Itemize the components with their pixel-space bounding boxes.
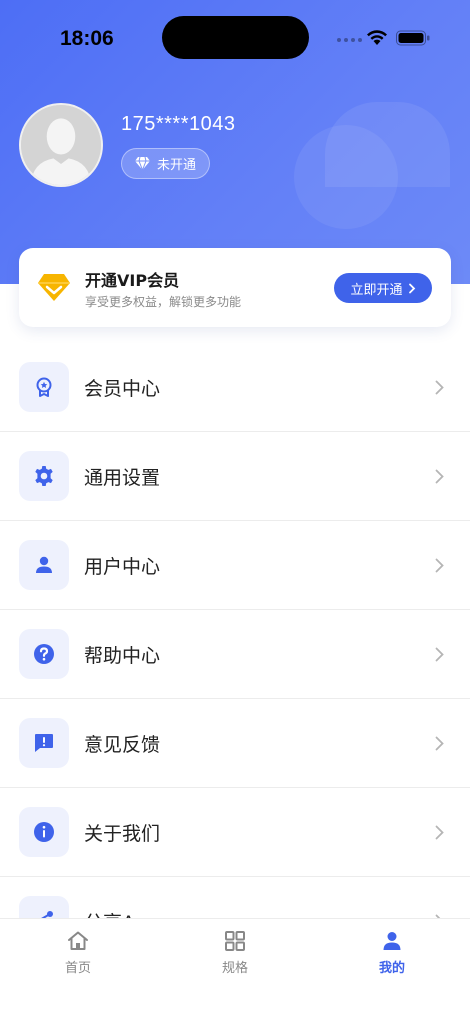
menu-item-general-settings[interactable]: 通用设置: [0, 432, 470, 521]
chevron-right-icon: [435, 647, 444, 662]
menu-item-feedback[interactable]: 意见反馈: [0, 699, 470, 788]
menu-item-label: 帮助中心: [84, 645, 161, 667]
default-avatar-icon: [21, 105, 101, 185]
menu-item-help-center[interactable]: 帮助中心: [0, 610, 470, 699]
signal-icon: [337, 38, 362, 42]
menu-item-member-center[interactable]: 会员中心: [0, 343, 470, 432]
chevron-right-icon: [435, 736, 444, 751]
chevron-right-icon: [408, 283, 415, 293]
settings-menu: 会员中心 通用设置 用户中心 帮助中心 意见反馈 关于我们: [0, 343, 470, 966]
chevron-right-icon: [435, 825, 444, 840]
tab-mine[interactable]: 我的: [352, 929, 432, 976]
membership-status-badge[interactable]: 未开通: [121, 148, 211, 179]
status-time: 18:06: [60, 27, 114, 50]
vip-diamond-icon: [38, 274, 70, 301]
menu-item-label: 会员中心: [84, 378, 161, 400]
menu-item-label: 关于我们: [84, 823, 161, 845]
tab-label: 我的: [378, 961, 405, 976]
tab-home[interactable]: 首页: [38, 929, 118, 976]
vip-subtitle: 享受更多权益，解锁更多功能: [85, 295, 242, 309]
header-decoration-circle: [294, 125, 398, 229]
membership-status-label: 未开通: [157, 158, 197, 173]
tab-specs[interactable]: 规格: [195, 929, 275, 976]
activate-vip-label: 立即开通: [350, 282, 403, 298]
feedback-icon: [19, 718, 69, 768]
help-icon: [19, 629, 69, 679]
diamond-icon: [135, 156, 150, 171]
wifi-icon: [367, 30, 387, 45]
home-icon: [68, 931, 88, 950]
menu-item-user-center[interactable]: 用户中心: [0, 521, 470, 610]
badge-icon: [19, 362, 69, 412]
activate-vip-button[interactable]: 立即开通: [334, 273, 432, 303]
battery-icon: [396, 30, 430, 46]
person-icon: [383, 932, 401, 950]
chevron-right-icon: [435, 558, 444, 573]
bottom-tab-bar: 首页 规格 我的: [0, 918, 470, 1024]
dynamic-island: [162, 16, 309, 59]
menu-item-about-us[interactable]: 关于我们: [0, 788, 470, 877]
menu-item-label: 用户中心: [84, 556, 161, 578]
tab-label: 首页: [64, 961, 91, 976]
vip-promo-card[interactable]: 开通VIP会员 享受更多权益，解锁更多功能 立即开通: [19, 248, 451, 327]
gear-icon: [19, 451, 69, 501]
user-icon: [19, 540, 69, 590]
vip-title: 开通VIP会员: [85, 271, 180, 290]
avatar[interactable]: [19, 103, 103, 187]
status-bar: 18:06: [0, 0, 470, 76]
tab-label: 规格: [221, 961, 248, 976]
menu-item-label: 意见反馈: [84, 734, 161, 756]
info-icon: [19, 807, 69, 857]
grid-icon: [225, 931, 245, 951]
chevron-right-icon: [435, 380, 444, 395]
user-phone: 175****1043: [121, 113, 236, 135]
menu-item-label: 通用设置: [84, 467, 161, 489]
chevron-right-icon: [435, 469, 444, 484]
